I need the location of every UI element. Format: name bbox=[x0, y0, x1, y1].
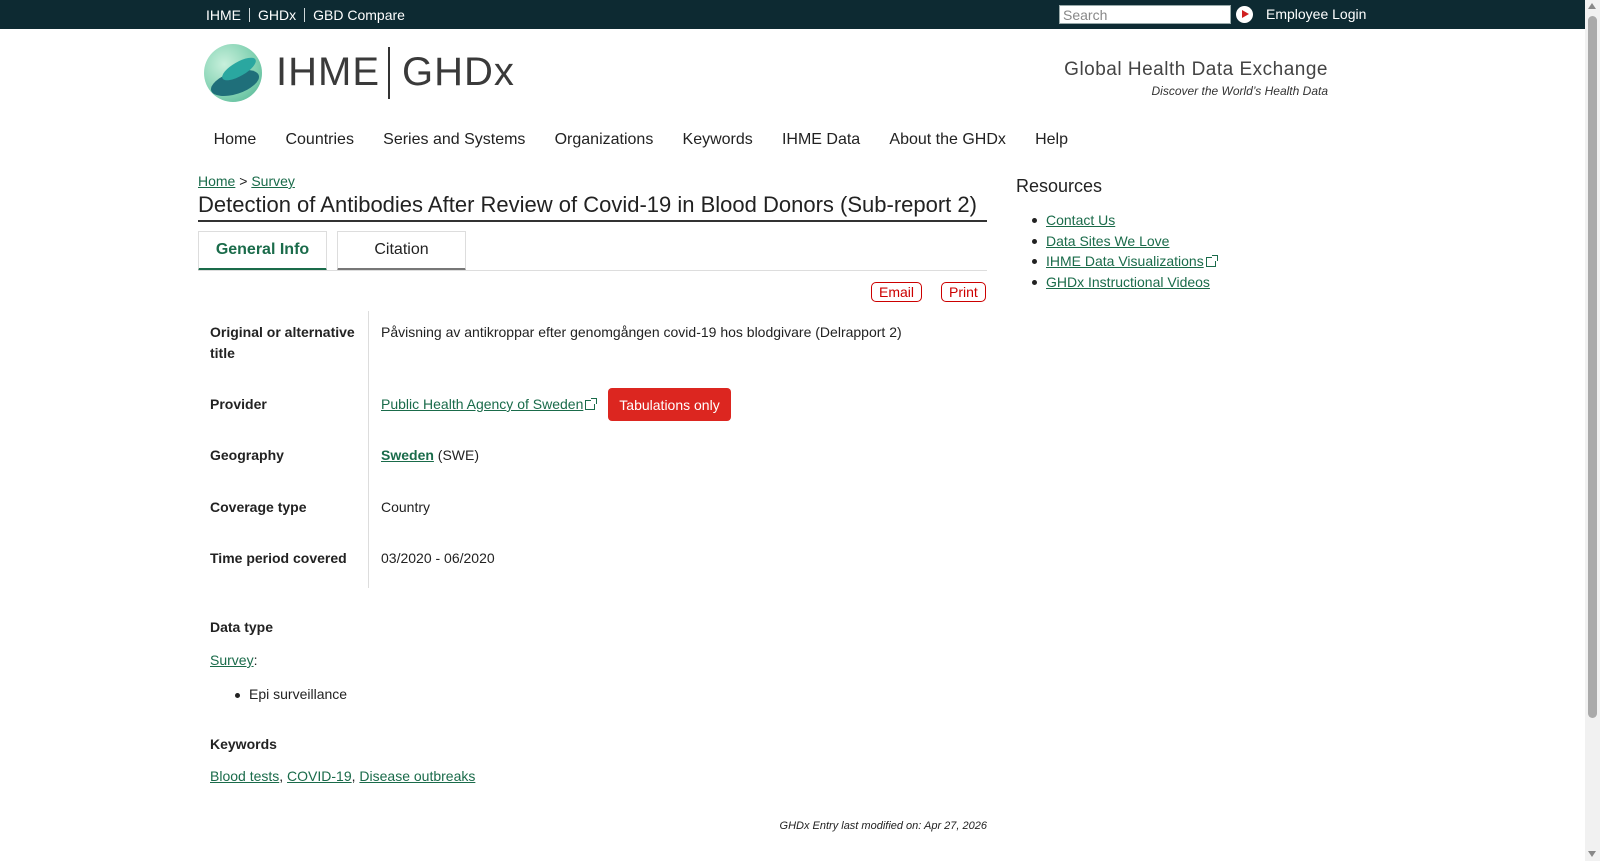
nav-about-the-ghdx[interactable]: About the GHDx bbox=[875, 131, 1021, 149]
resource-instructional-videos[interactable]: GHDx Instructional Videos bbox=[1046, 274, 1210, 290]
nav-ihme-data[interactable]: IHME Data bbox=[767, 131, 874, 149]
resource-item: IHME Data Visualizations bbox=[1032, 251, 1218, 272]
coverage-type-label: Coverage type bbox=[210, 499, 307, 515]
data-type-item: Epi surveillance bbox=[234, 686, 348, 702]
scroll-down-arrow-icon[interactable] bbox=[1588, 851, 1596, 857]
resources-title: Resources bbox=[1016, 176, 1103, 196]
alt-title-value: Påvisning av antikroppar efter genomgång… bbox=[381, 324, 902, 340]
employee-login-link[interactable]: Employee Login bbox=[1266, 6, 1366, 22]
scroll-up-arrow-icon[interactable] bbox=[1588, 3, 1596, 9]
top-link-gbd-compare[interactable]: GBD Compare bbox=[304, 7, 413, 22]
geography-value: Sweden (SWE) bbox=[381, 445, 479, 466]
email-button[interactable]: Email bbox=[871, 282, 923, 302]
site-tagline: Discover the World’s Health Data bbox=[1151, 84, 1328, 98]
resource-contact-us[interactable]: Contact Us bbox=[1046, 212, 1115, 228]
geography-code: (SWE) bbox=[437, 447, 480, 463]
info-table-divider bbox=[368, 311, 369, 588]
breadcrumb: Home > Survey bbox=[198, 173, 295, 189]
top-bar: IHME GHDx GBD Compare Employee Login bbox=[0, 0, 1585, 29]
provider-value: Public Health Agency of Sweden bbox=[381, 394, 598, 415]
breadcrumb-survey[interactable]: Survey bbox=[251, 173, 295, 189]
logo-ghdx-text[interactable]: GHDx bbox=[402, 50, 515, 95]
scrollbar-thumb[interactable] bbox=[1588, 16, 1597, 718]
breadcrumb-separator: > bbox=[239, 173, 248, 189]
data-type-line: Survey: bbox=[210, 652, 257, 668]
data-type-colon: : bbox=[253, 652, 258, 668]
keywords-list: Blood tests, COVID-19, Disease outbreaks bbox=[210, 768, 476, 784]
geography-label: Geography bbox=[210, 447, 284, 463]
resource-item: GHDx Instructional Videos bbox=[1032, 272, 1216, 293]
logo-ihme-text[interactable]: IHME bbox=[276, 50, 380, 95]
keyword-blood-tests[interactable]: Blood tests bbox=[210, 768, 279, 784]
top-link-ghdx[interactable]: GHDx bbox=[249, 7, 304, 22]
page-title: Detection of Antibodies After Review of … bbox=[198, 192, 987, 222]
scrollbar[interactable] bbox=[1585, 0, 1600, 861]
search-input[interactable] bbox=[1059, 5, 1231, 24]
time-period-value: 03/2020 - 06/2020 bbox=[381, 550, 495, 566]
resource-ihme-visualizations[interactable]: IHME Data Visualizations bbox=[1046, 253, 1204, 269]
keyword-disease-outbreaks[interactable]: Disease outbreaks bbox=[359, 768, 475, 784]
nav-home[interactable]: Home bbox=[199, 131, 271, 149]
time-period-label: Time period covered bbox=[210, 550, 347, 566]
resource-data-sites[interactable]: Data Sites We Love bbox=[1046, 233, 1169, 249]
tab-general-info[interactable]: General Info bbox=[198, 231, 327, 271]
search-submit-icon[interactable] bbox=[1236, 6, 1253, 23]
data-type-label: Data type bbox=[210, 619, 274, 635]
external-link-icon bbox=[1205, 255, 1218, 267]
keywords-label: Keywords bbox=[210, 736, 277, 752]
geography-link[interactable]: Sweden bbox=[381, 447, 434, 463]
logo-divider bbox=[388, 47, 390, 99]
external-link-icon bbox=[585, 398, 598, 410]
ihme-logo-icon[interactable] bbox=[204, 44, 262, 102]
top-link-ihme[interactable]: IHME bbox=[202, 8, 249, 22]
resource-item: Data Sites We Love bbox=[1032, 231, 1216, 252]
tab-citation[interactable]: Citation bbox=[337, 231, 466, 271]
nav-series-and-systems[interactable]: Series and Systems bbox=[369, 131, 540, 149]
provider-label: Provider bbox=[210, 396, 267, 412]
nav-help[interactable]: Help bbox=[1020, 131, 1082, 149]
tab-divider bbox=[198, 270, 987, 271]
last-modified-note: GHDx Entry last modified on: Apr 27, 202… bbox=[779, 820, 987, 832]
resource-item: Contact Us bbox=[1032, 210, 1216, 231]
data-type-survey-link[interactable]: Survey bbox=[210, 652, 254, 668]
main-nav: Home Countries Series and Systems Organi… bbox=[199, 131, 1083, 149]
site-title: Global Health Data Exchange bbox=[1064, 59, 1328, 80]
alt-title-label: Original or alternative title bbox=[210, 324, 355, 361]
top-links: IHME GHDx GBD Compare bbox=[202, 0, 413, 29]
print-button[interactable]: Print bbox=[941, 282, 986, 302]
keyword-covid-19[interactable]: COVID-19 bbox=[287, 768, 352, 784]
nav-organizations[interactable]: Organizations bbox=[540, 131, 668, 149]
coverage-type-value: Country bbox=[381, 499, 431, 515]
nav-countries[interactable]: Countries bbox=[271, 131, 369, 149]
tabulations-only-badge: Tabulations only bbox=[608, 388, 731, 421]
resources-list: Contact Us Data Sites We Love IHME Data … bbox=[1032, 210, 1218, 293]
provider-link[interactable]: Public Health Agency of Sweden bbox=[381, 396, 583, 412]
breadcrumb-home[interactable]: Home bbox=[198, 173, 235, 189]
nav-keywords[interactable]: Keywords bbox=[668, 131, 767, 149]
